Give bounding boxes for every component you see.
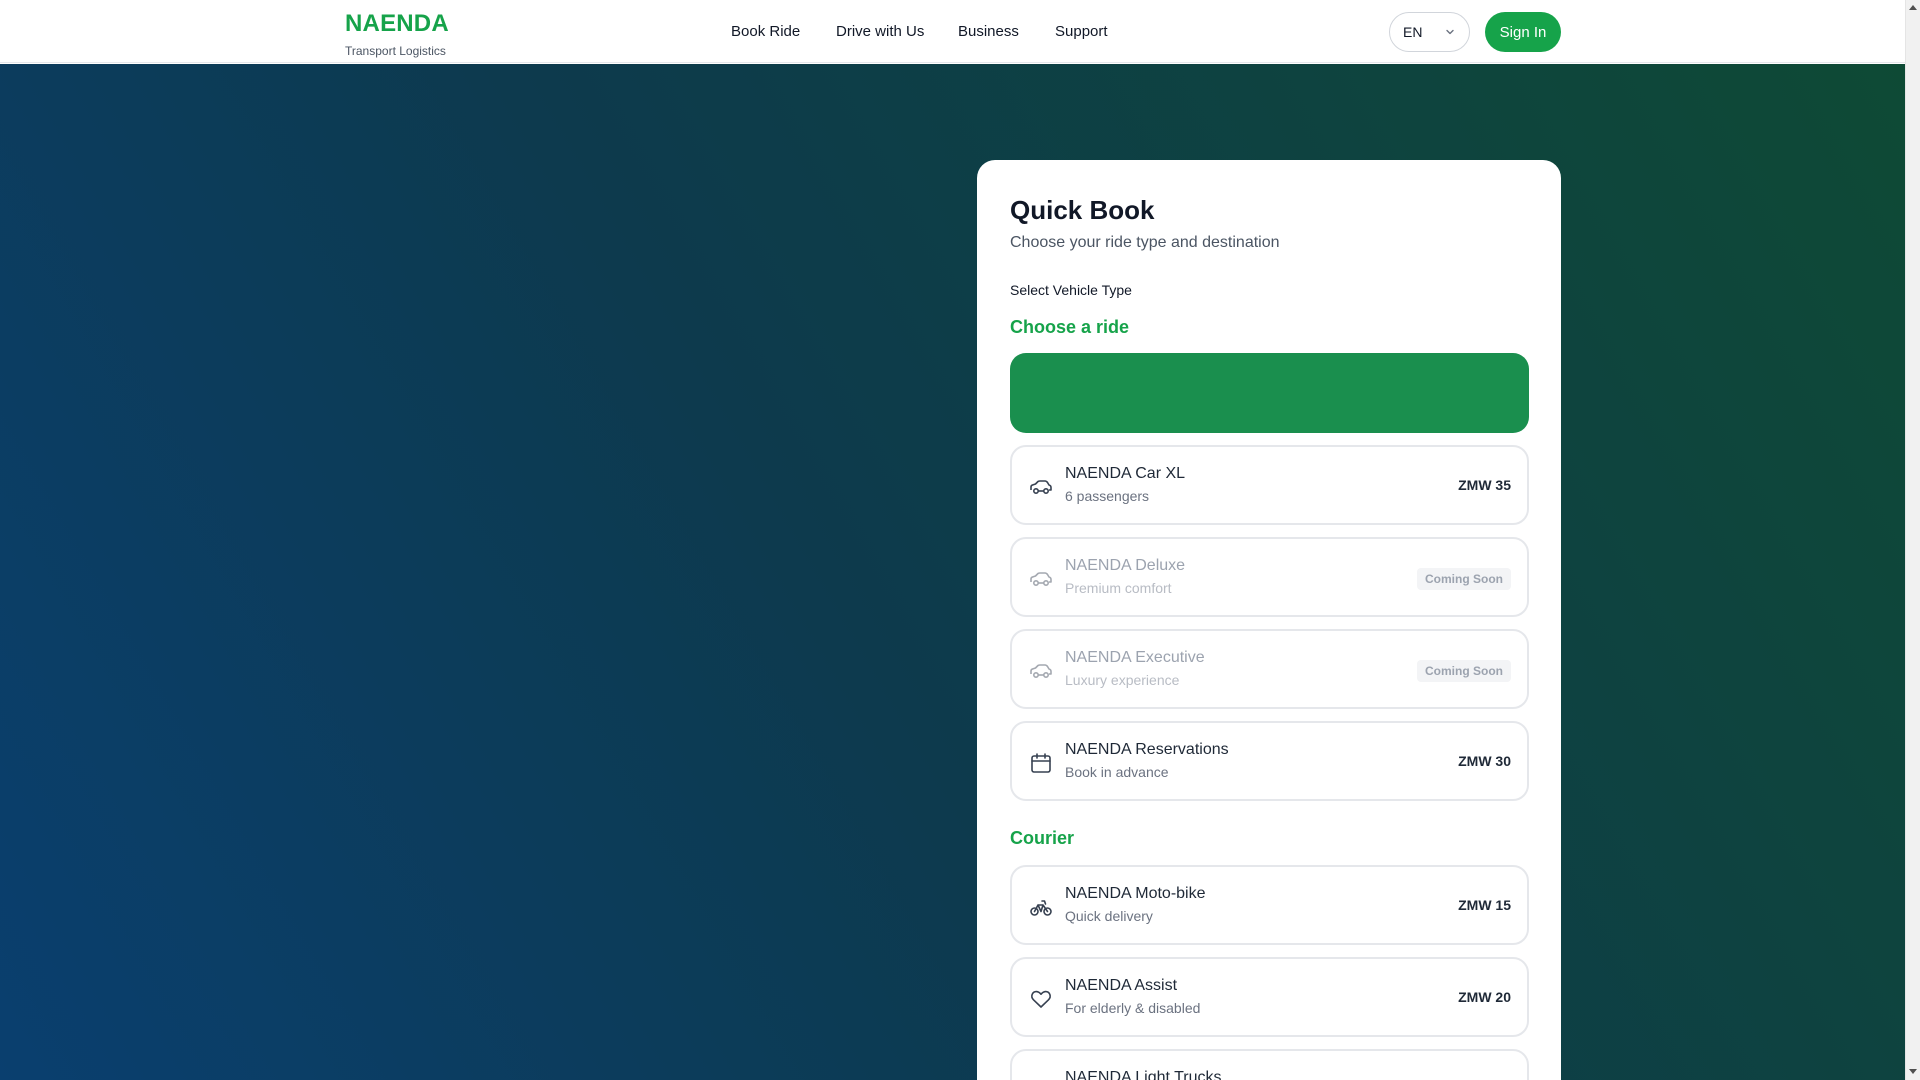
courier-option-assist[interactable]: NAENDA Assist For elderly & disabled ZMW… <box>1010 957 1529 1037</box>
nav-business[interactable]: Business <box>958 23 1019 40</box>
scroll-down-arrow-icon[interactable] <box>1909 1069 1917 1074</box>
ride-option-reservations[interactable]: NAENDA Reservations Book in advance ZMW … <box>1010 721 1529 801</box>
brand-logo[interactable]: NAENDA Transport Logistics <box>345 10 449 59</box>
quick-book-title: Quick Book <box>1010 195 1155 225</box>
language-value: EN <box>1403 24 1423 40</box>
ride-option-desc: Luxury experience <box>1065 672 1180 688</box>
courier-option-name: NAENDA Assist <box>1065 977 1178 994</box>
brand-name: NAENDA <box>345 10 449 37</box>
language-select[interactable]: EN <box>1389 12 1470 52</box>
ride-option-deluxe: NAENDA Deluxe Premium comfort Coming Soo… <box>1010 537 1529 617</box>
ride-option-executive: NAENDA Executive Luxury experience Comin… <box>1010 629 1529 709</box>
nav-support[interactable]: Support <box>1055 23 1108 40</box>
courier-option-desc: For elderly & disabled <box>1065 1000 1201 1016</box>
car-icon <box>1030 664 1052 679</box>
page-scrollbar[interactable] <box>1905 0 1920 1080</box>
vehicle-type-label: Select Vehicle Type <box>1010 282 1132 298</box>
quick-book-subtitle: Choose your ride type and destination <box>1010 234 1280 251</box>
courier-option-price: ZMW 20 <box>1458 989 1511 1005</box>
ride-option-name: NAENDA Executive <box>1065 649 1205 666</box>
bike-icon <box>1030 900 1052 916</box>
section-courier: Courier <box>1010 828 1075 848</box>
coming-soon-badge: Coming Soon <box>1417 660 1511 682</box>
hero-background <box>0 64 1905 1080</box>
ride-option-name: NAENDA Deluxe <box>1065 557 1186 574</box>
ride-option-name: NAENDA Reservations <box>1065 741 1229 758</box>
ride-option-desc: Premium comfort <box>1065 580 1172 596</box>
top-navbar: NAENDA Transport Logistics Book Ride Dri… <box>0 0 1905 63</box>
ride-option-desc: 6 passengers <box>1065 488 1150 504</box>
nav-book-ride[interactable]: Book Ride <box>731 23 800 40</box>
ride-option-name: NAENDA Car XL <box>1065 465 1186 482</box>
brand-tagline: Transport Logistics <box>345 44 446 58</box>
heart-icon <box>1031 990 1051 1008</box>
courier-option-desc: Quick delivery <box>1065 908 1153 924</box>
sign-in-button[interactable]: Sign In <box>1485 12 1561 52</box>
nav-drive-with-us[interactable]: Drive with Us <box>836 23 924 40</box>
courier-option-name: NAENDA Moto-bike <box>1065 885 1206 902</box>
selected-ride-banner[interactable] <box>1010 353 1529 433</box>
courier-option-light-trucks[interactable]: NAENDA Light Trucks <box>1010 1049 1529 1080</box>
ride-option-desc: Book in advance <box>1065 764 1169 780</box>
courier-option-name: NAENDA Light Trucks <box>1065 1069 1222 1080</box>
coming-soon-badge: Coming Soon <box>1417 568 1511 590</box>
scroll-up-arrow-icon[interactable] <box>1909 5 1917 10</box>
car-icon <box>1030 480 1052 495</box>
chevron-down-icon <box>1446 29 1454 35</box>
ride-option-car-xl[interactable]: NAENDA Car XL 6 passengers ZMW 35 <box>1010 445 1529 525</box>
ride-option-price: ZMW 35 <box>1458 477 1511 493</box>
quick-book-card: Quick Book Choose your ride type and des… <box>977 160 1561 1080</box>
courier-option-moto-bike[interactable]: NAENDA Moto-bike Quick delivery ZMW 15 <box>1010 865 1529 945</box>
calendar-icon <box>1031 753 1051 773</box>
courier-option-price: ZMW 15 <box>1458 897 1511 913</box>
ride-option-price: ZMW 30 <box>1458 753 1511 769</box>
section-choose-ride: Choose a ride <box>1010 317 1130 337</box>
car-icon <box>1030 572 1052 587</box>
